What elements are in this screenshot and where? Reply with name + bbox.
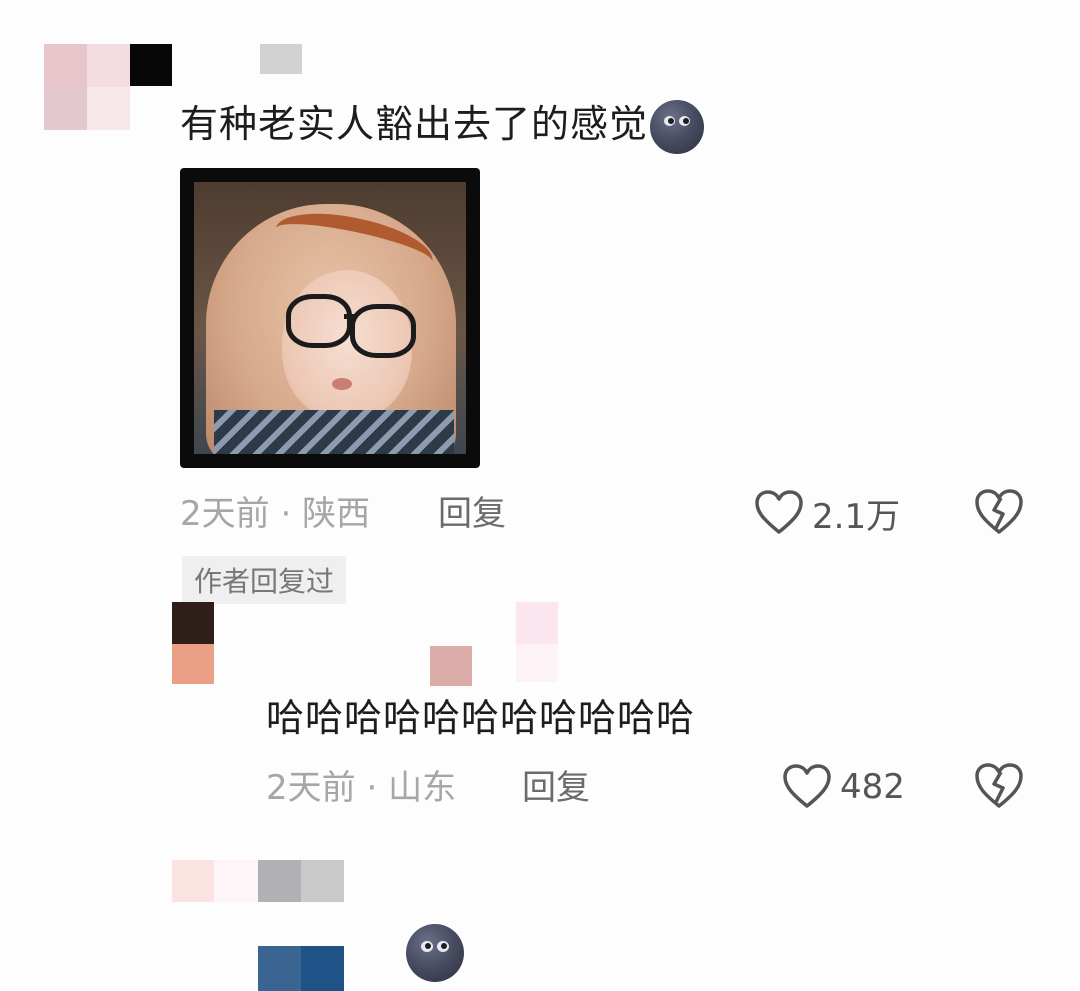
comment-1-reply-button[interactable]: 回复 (438, 492, 506, 536)
avatar-1[interactable] (44, 44, 130, 130)
comment-2-like-count: 482 (840, 767, 905, 807)
username-2-mosaic[interactable] (430, 602, 560, 686)
heart-outline-icon (755, 490, 803, 534)
photo-content (194, 182, 466, 454)
comment-1-meta: 2天前 · 陕西 (180, 492, 370, 536)
meta-separator: · (366, 768, 378, 808)
meta-separator: · (280, 494, 292, 534)
comment-1-text-row: 有种老实人豁出去了的感觉 (180, 96, 705, 154)
comment-2-dislike-button[interactable] (974, 762, 1024, 810)
username-1-mosaic[interactable] (130, 44, 302, 86)
comment-1-location: 陕西 (302, 494, 371, 534)
avatar-3[interactable] (172, 860, 258, 902)
comment-1-like-button[interactable]: 2.1万 (754, 488, 900, 538)
comment-1-dislike-button[interactable] (974, 488, 1024, 536)
comment-2-time: 2天前 (266, 768, 356, 808)
broken-heart-icon (975, 489, 1023, 534)
comment-1-text: 有种老实人豁出去了的感觉 (180, 102, 649, 146)
new-moon-face-icon (406, 924, 464, 982)
comment-2-text: 哈哈哈哈哈哈哈哈哈哈哈 (266, 696, 696, 740)
comment-2-like-button[interactable]: 482 (782, 762, 905, 812)
author-replied-badge: 作者回复过 (182, 556, 347, 604)
comment-2-location: 山东 (388, 768, 457, 808)
comment-1-like-count: 2.1万 (812, 496, 901, 537)
new-moon-face-icon (650, 99, 705, 154)
username-3-mosaic[interactable] (258, 860, 344, 902)
comment-3-mosaic (258, 946, 344, 991)
heart-outline-icon (783, 764, 831, 808)
comment-1-time: 2天前 (180, 494, 270, 534)
comment-2-meta: 2天前 · 山东 (266, 766, 456, 810)
comment-1-photo[interactable] (180, 168, 480, 468)
broken-heart-icon (975, 763, 1023, 808)
avatar-2[interactable] (172, 602, 214, 686)
comment-2-reply-button[interactable]: 回复 (522, 766, 590, 810)
